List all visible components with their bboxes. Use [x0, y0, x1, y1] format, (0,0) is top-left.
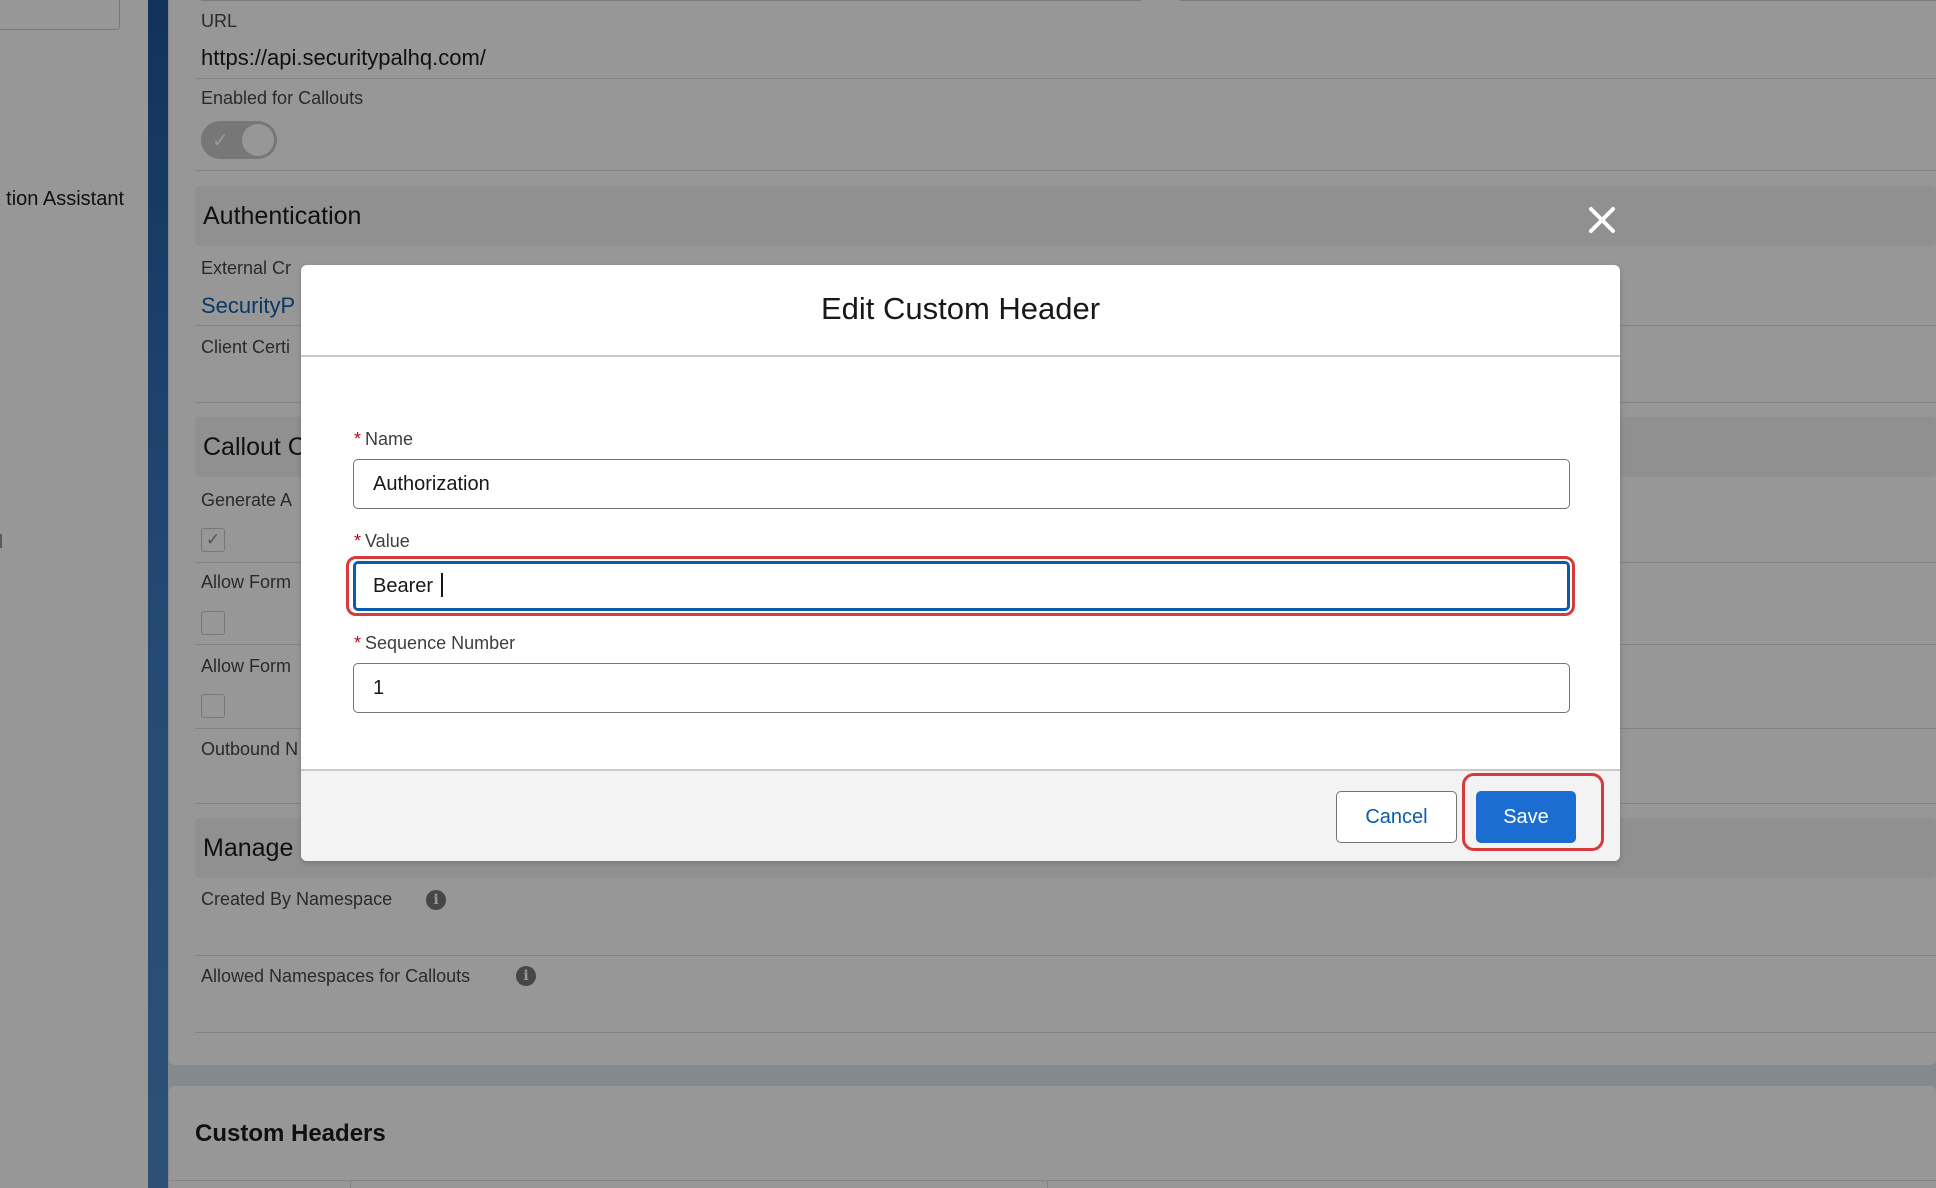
- value-input[interactable]: Bearer: [353, 561, 1570, 611]
- sequence-field-label: * Sequence Number: [354, 633, 515, 654]
- value-label-text: Value: [365, 531, 410, 551]
- close-icon: [1589, 207, 1615, 233]
- edit-custom-header-modal: Edit Custom Header * Name Authorization *…: [301, 265, 1620, 861]
- sequence-input-value: 1: [373, 677, 385, 699]
- value-field-label: * Value: [354, 531, 410, 552]
- value-input-value: Bearer: [373, 575, 439, 597]
- required-marker: *: [354, 429, 362, 449]
- text-cursor: [440, 572, 443, 597]
- name-input-value: Authorization: [373, 473, 490, 495]
- close-modal-button[interactable]: [1582, 200, 1622, 240]
- sequence-number-input[interactable]: 1: [353, 663, 1570, 713]
- modal-header: Edit Custom Header: [301, 265, 1620, 357]
- modal-footer: Cancel Save: [301, 769, 1620, 861]
- screen: tion Assistant URL https://api.securityp…: [0, 0, 1936, 1188]
- name-input[interactable]: Authorization: [353, 459, 1570, 509]
- modal-title: Edit Custom Header: [820, 291, 1101, 326]
- name-field-label: * Name: [354, 429, 413, 450]
- name-label-text: Name: [365, 429, 414, 449]
- save-button[interactable]: Save: [1476, 791, 1576, 843]
- sequence-label-text: Sequence Number: [365, 633, 516, 653]
- required-marker: *: [354, 633, 362, 653]
- required-marker: *: [354, 531, 362, 551]
- cancel-button[interactable]: Cancel: [1336, 791, 1457, 843]
